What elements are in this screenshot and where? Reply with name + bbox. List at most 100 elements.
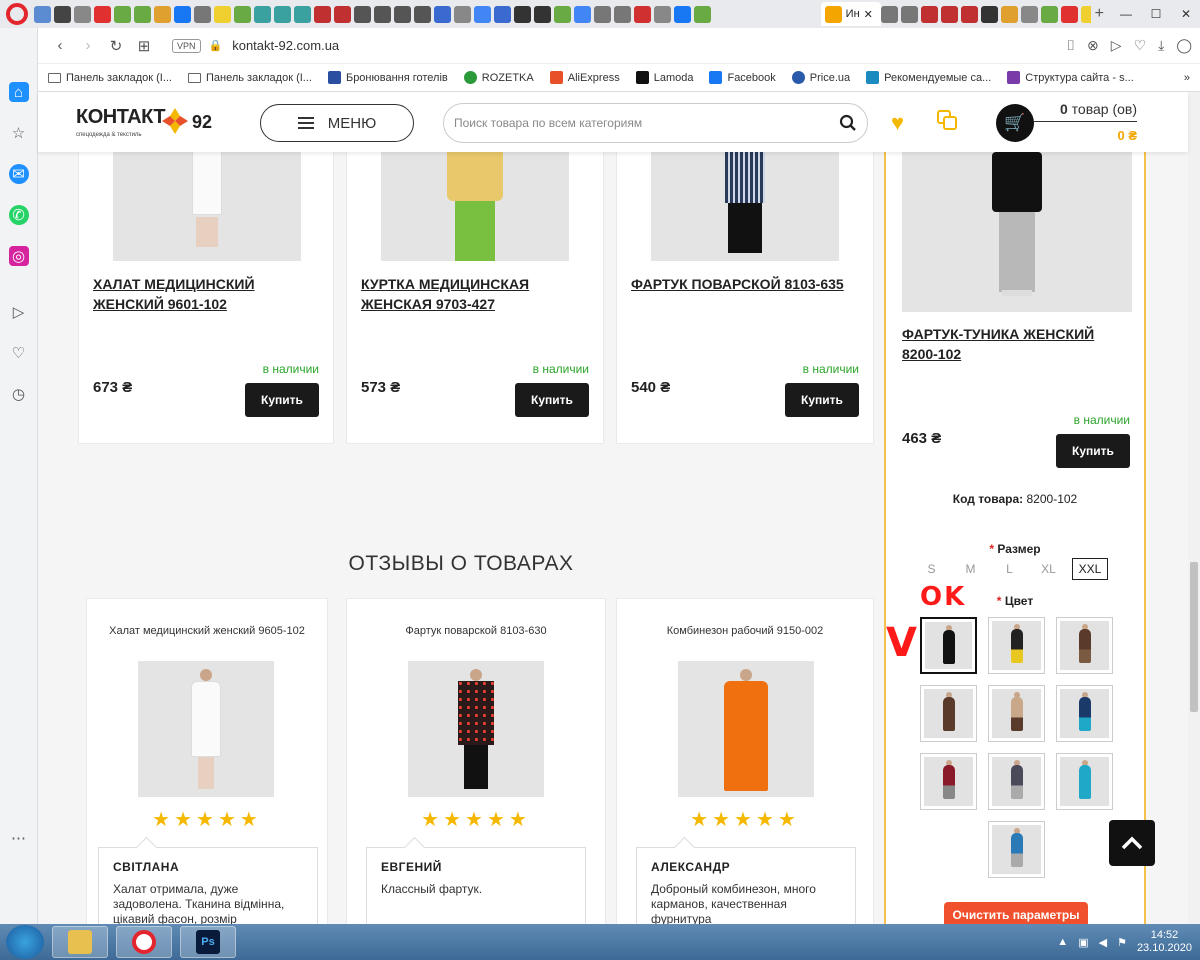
size-option-m[interactable]: M [951,558,990,580]
review-product-image[interactable] [408,661,544,797]
color-swatch[interactable] [988,821,1045,878]
tab-icon[interactable] [1060,5,1078,23]
scroll-to-top-button[interactable] [1109,820,1155,866]
buy-button[interactable]: Купить [245,383,319,417]
color-swatch[interactable] [988,617,1045,674]
tab-icon[interactable] [54,5,71,23]
tab-icon[interactable] [254,5,271,23]
product-title[interactable]: ФАРТУК ПОВАРСКОЙ 8103-635 [631,274,851,294]
tab-icon[interactable] [900,5,918,23]
lock-icon[interactable]: 🔒 [209,39,223,52]
tab-icon[interactable] [114,5,131,23]
detail-title[interactable]: ФАРТУК-ТУНИКА ЖЕНСКИЙ 8200-102 [902,324,1132,364]
search-icon[interactable] [839,114,857,132]
bookmarks-more[interactable]: » [1184,72,1190,84]
cart-icon[interactable]: 🛒 [996,104,1034,142]
send-page-icon[interactable]: ▷ [1111,37,1122,54]
tab-icon[interactable] [634,5,651,23]
tab-icon[interactable] [1000,5,1018,23]
size-option-xxl[interactable]: XXL [1072,558,1108,580]
clock[interactable]: 14:52 23.10.2020 [1137,929,1192,955]
tab-icon[interactable] [94,5,111,23]
tab-icon[interactable] [394,5,411,23]
tabs-grid-icon[interactable]: ⊞ [130,37,158,55]
download-icon[interactable]: ⤓ [1158,37,1164,54]
color-swatch[interactable] [1056,685,1113,742]
color-swatch[interactable] [988,753,1045,810]
tab-icon[interactable] [534,5,551,23]
review-product-name[interactable]: Фартук поварской 8103-630 [347,625,605,637]
wishlist-heart-icon[interactable]: ♥ [891,110,904,136]
size-option-s[interactable]: S [912,558,951,580]
bookmark-lamoda[interactable]: Lamoda [635,71,693,84]
review-product-image[interactable] [138,661,274,797]
tab-icon[interactable] [274,5,291,23]
history-icon[interactable]: ◷ [9,384,29,404]
network-icon[interactable]: ▣ [1078,936,1088,949]
buy-button[interactable]: Купить [515,383,589,417]
bookmark-folder[interactable]: Панель закладок (I... [187,72,312,84]
color-swatch[interactable] [920,617,977,674]
taskbar-photoshop[interactable]: Ps [180,926,236,958]
close-window-icon[interactable]: ✕ [1172,4,1200,24]
detail-buy-button[interactable]: Купить [1056,434,1130,468]
tab-icon[interactable] [594,5,611,23]
tab-icon[interactable] [374,5,391,23]
tab-icon[interactable] [880,5,898,23]
heart-icon[interactable]: ♡ [9,343,29,363]
opera-menu-icon[interactable] [6,3,28,25]
tab-icon[interactable] [474,5,491,23]
home-icon[interactable]: ⌂ [8,82,29,102]
tab-icon[interactable] [294,5,311,23]
more-icon[interactable]: ⋯ [9,828,29,848]
tab-icon[interactable] [334,5,351,23]
instagram-icon[interactable]: ◎ [8,246,29,266]
account-icon[interactable]: ◯ [1176,37,1192,54]
bookmark-booking[interactable]: Бронювання готелів [327,71,448,84]
size-option-xl[interactable]: XL [1029,558,1068,580]
taskbar-explorer[interactable] [52,926,108,958]
back-icon[interactable]: ‹ [46,37,74,54]
product-image[interactable] [113,152,301,261]
buy-button[interactable]: Купить [785,383,859,417]
color-swatch[interactable] [920,685,977,742]
forward-icon[interactable]: › [74,37,102,54]
bookmark-recommended[interactable]: Рекомендуемые са... [866,71,991,84]
tab-icon[interactable] [354,5,371,23]
taskbar-opera[interactable] [116,926,172,958]
flag-icon[interactable]: ⚑ [1117,936,1127,949]
new-tab-icon[interactable]: + [1095,5,1104,23]
product-image[interactable] [381,152,569,261]
tab-icon[interactable] [34,5,51,23]
clear-filters-button[interactable]: Очистить параметры [944,902,1088,924]
tab-icon[interactable] [134,5,151,23]
bookmark-folder[interactable]: Панель закладок (I... [48,72,172,84]
review-product-name[interactable]: Комбинезон рабочий 9150-002 [617,625,873,637]
color-swatch[interactable] [988,685,1045,742]
page-scrollbar[interactable] [1188,92,1200,924]
compare-icon[interactable] [937,110,959,132]
review-product-name[interactable]: Халат медицинский женский 9605-102 [87,625,327,637]
speed-dial-icon[interactable]: ☆ [9,123,29,143]
vpn-badge[interactable]: VPN [172,38,201,53]
tab-icon[interactable] [174,5,191,23]
color-swatch[interactable] [920,753,977,810]
tab-icon[interactable] [194,5,211,23]
bookmark-facebook[interactable]: Facebook [709,71,776,84]
bookmark-aliexpress[interactable]: AliExpress [549,71,620,84]
product-title[interactable]: КУРТКА МЕДИЦИНСКАЯ ЖЕНСКАЯ 9703-427 [361,274,581,314]
tab-icon[interactable] [214,5,231,23]
start-button-icon[interactable] [6,925,44,959]
tab-icon[interactable] [694,5,711,23]
bookmark-priceua[interactable]: Price.ua [791,71,850,84]
send-icon[interactable]: ▷ [9,302,29,322]
tab-icon[interactable] [614,5,631,23]
tab-icon[interactable] [980,5,998,23]
product-title[interactable]: ХАЛАТ МЕДИЦИНСКИЙ ЖЕНСКИЙ 9601-102 [93,274,313,314]
product-image[interactable] [651,152,839,261]
active-tab[interactable]: Ин ✕ [820,2,881,26]
tab-icon[interactable] [154,5,171,23]
bookmark-heart-icon[interactable]: ♡ [1134,37,1147,54]
block-ads-icon[interactable]: ⊗ [1087,37,1099,54]
bookmark-structure[interactable]: Структура сайта - s... [1007,71,1134,84]
